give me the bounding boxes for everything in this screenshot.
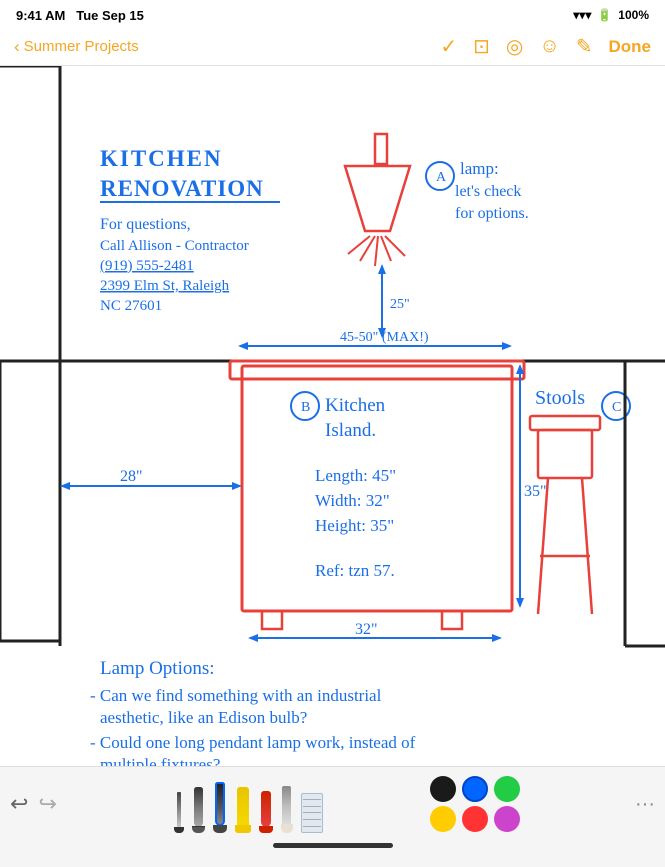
color-black[interactable] <box>430 776 456 802</box>
svg-text:B: B <box>301 400 310 415</box>
svg-text:45-50" (MAX!): 45-50" (MAX!) <box>340 330 429 345</box>
svg-text:For questions,: For questions, <box>100 216 191 233</box>
svg-text:25": 25" <box>390 297 410 312</box>
svg-text:NC 27601: NC 27601 <box>100 298 162 314</box>
more-button[interactable]: ··· <box>635 793 655 816</box>
home-indicator <box>273 843 393 848</box>
red-tool[interactable] <box>259 783 273 833</box>
color-row-bottom <box>430 806 520 832</box>
color-purple[interactable] <box>494 806 520 832</box>
svg-text:lamp:: lamp: <box>460 159 499 178</box>
chevron-left-icon: ‹ <box>14 37 20 57</box>
color-green[interactable] <box>494 776 520 802</box>
svg-text:Call Allison - Contractor: Call Allison - Contractor <box>100 238 249 254</box>
svg-text:- Can we find something with a: - Can we find something with an industri… <box>90 686 382 705</box>
svg-text:2399 Elm St, Raleigh: 2399 Elm St, Raleigh <box>100 278 230 294</box>
highlighter-tool[interactable] <box>235 781 251 833</box>
smiley-icon[interactable]: ☺ <box>539 35 559 58</box>
color-yellow[interactable] <box>430 806 456 832</box>
svg-text:Height: 35": Height: 35" <box>315 516 394 535</box>
top-toolbar: ‹ Summer Projects ✓ ⊡ ◎ ☺ ✎ Done <box>0 28 665 66</box>
svg-text:Ref: tzn 57.: Ref: tzn 57. <box>315 561 395 580</box>
color-blue[interactable] <box>462 776 488 802</box>
undo-button[interactable]: ↩ <box>10 791 28 817</box>
status-bar: 9:41 AM Tue Sep 15 ▾▾▾ 🔋 100% <box>0 0 665 28</box>
svg-text:Width: 32": Width: 32" <box>315 491 390 510</box>
color-red[interactable] <box>462 806 488 832</box>
pencil-tool[interactable] <box>281 781 293 833</box>
svg-text:let's check: let's check <box>455 183 521 200</box>
svg-text:Length: 45": Length: 45" <box>315 466 396 485</box>
svg-text:32": 32" <box>355 621 378 638</box>
pen-tool-a[interactable] <box>174 783 184 833</box>
status-time: 9:41 AM Tue Sep 15 <box>16 8 144 23</box>
back-button[interactable]: ‹ Summer Projects <box>14 37 139 57</box>
svg-text:aesthetic, like an Edison bulb: aesthetic, like an Edison bulb? <box>100 708 307 727</box>
redo-button[interactable]: ↪ <box>38 791 56 817</box>
color-row-top <box>430 776 520 802</box>
wifi-icon: ▾▾▾ <box>573 8 591 22</box>
camera-icon[interactable]: ⊡ <box>473 34 490 59</box>
svg-text:Lamp Options:: Lamp Options: <box>100 658 215 679</box>
undo-redo-group: ↩ ↪ <box>10 791 57 817</box>
svg-text:35": 35" <box>524 483 547 500</box>
status-right: ▾▾▾ 🔋 100% <box>573 8 649 22</box>
color-palette <box>430 776 520 832</box>
done-button[interactable]: Done <box>609 37 652 57</box>
toolbar-actions: ✓ ⊡ ◎ ☺ ✎ Done <box>440 34 651 59</box>
svg-text:Island.: Island. <box>325 420 376 441</box>
svg-text:(919) 555-2481: (919) 555-2481 <box>100 258 194 274</box>
svg-text:- Could one long pendant lamp: - Could one long pendant lamp work, inst… <box>90 733 416 752</box>
lasso-icon[interactable]: ◎ <box>506 34 523 59</box>
checkmark-icon[interactable]: ✓ <box>440 34 457 59</box>
marker-tool[interactable] <box>192 779 205 833</box>
svg-text:28": 28" <box>120 468 143 485</box>
svg-text:C: C <box>612 400 621 415</box>
back-label[interactable]: Summer Projects <box>24 38 139 55</box>
svg-text:A: A <box>436 170 447 185</box>
note-area: KITCHEN RENOVATION For questions, Call A… <box>0 66 665 796</box>
edit-icon[interactable]: ✎ <box>576 34 593 59</box>
bottom-toolbar: ↩ ↪ <box>0 766 665 867</box>
drawing-tools <box>174 775 323 833</box>
ruler-tool[interactable] <box>301 783 323 833</box>
svg-text:for options.: for options. <box>455 205 529 222</box>
svg-text:KITCHEN: KITCHEN <box>100 146 223 171</box>
battery-icon: 🔋 <box>597 8 612 22</box>
svg-text:Kitchen: Kitchen <box>325 395 386 416</box>
pen-tool-selected[interactable] <box>213 775 227 833</box>
svg-text:RENOVATION: RENOVATION <box>100 176 264 201</box>
tool-row: ↩ ↪ <box>10 775 655 833</box>
svg-text:Stools: Stools <box>535 387 585 409</box>
